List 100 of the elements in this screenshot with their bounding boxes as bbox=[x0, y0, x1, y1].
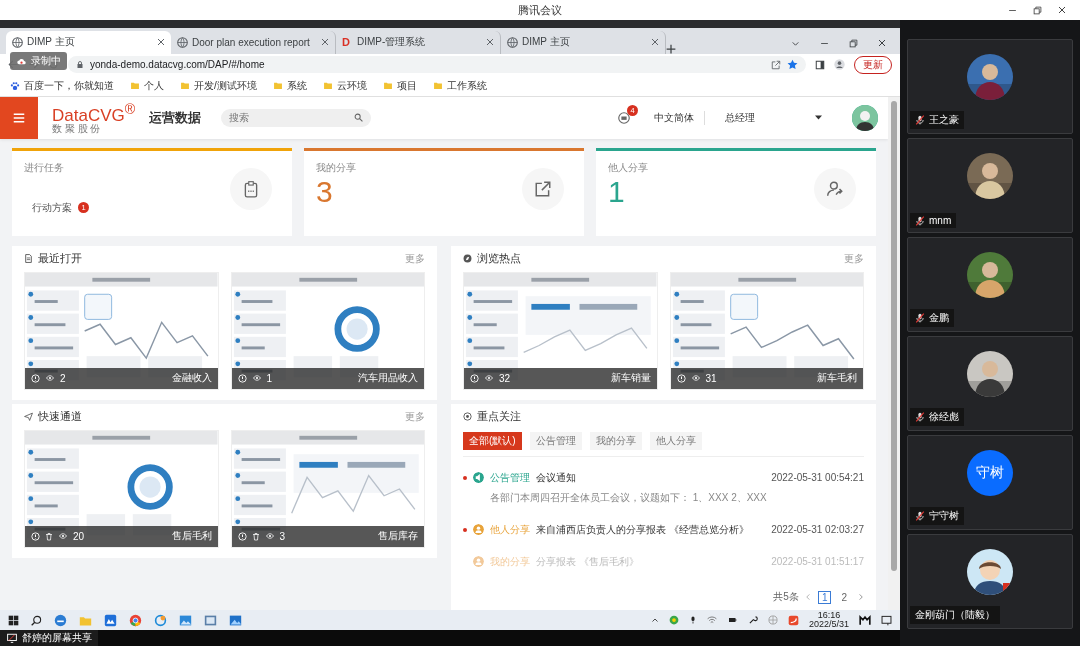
edge-icon[interactable] bbox=[54, 613, 67, 627]
thumbnail-title: 金融收入 bbox=[171, 371, 212, 386]
close-icon[interactable] bbox=[1058, 6, 1066, 14]
report-thumbnail[interactable]: 31 新车毛利 bbox=[669, 271, 864, 390]
battery-icon[interactable] bbox=[726, 616, 738, 624]
filter-tab[interactable]: 我的分享 bbox=[589, 431, 642, 450]
eye-icon bbox=[484, 374, 494, 383]
close-icon[interactable] bbox=[651, 38, 659, 47]
participant-tile[interactable]: 徐经彪 bbox=[907, 336, 1073, 431]
filter-tab[interactable]: 他人分享 bbox=[649, 431, 702, 450]
cloud-icon bbox=[16, 56, 27, 66]
report-thumbnail[interactable]: 20 售后毛利 bbox=[24, 429, 219, 548]
stat-card[interactable]: 他人分享 1 bbox=[596, 147, 876, 236]
search-field[interactable]: 搜索 bbox=[221, 108, 372, 127]
address-bar[interactable]: yonda-demo.datacvg.com/DAP/#/home bbox=[68, 56, 806, 74]
logo: DataCVG$^{®}$ 数 聚 股 份 bbox=[52, 102, 136, 134]
page-button[interactable]: 2 bbox=[837, 590, 851, 604]
page-button[interactable]: 1 bbox=[817, 590, 832, 604]
item-title[interactable]: 会议通知 bbox=[536, 470, 576, 485]
stat-card[interactable]: 我的分享 3 bbox=[304, 147, 584, 236]
close-icon[interactable] bbox=[321, 38, 329, 47]
close-icon[interactable] bbox=[486, 38, 494, 47]
image-icon[interactable] bbox=[204, 613, 217, 627]
message-icon[interactable] bbox=[618, 111, 630, 124]
app-icon[interactable] bbox=[859, 614, 871, 626]
scrollbar[interactable] bbox=[891, 100, 897, 571]
category-label: 公告管理 bbox=[490, 470, 530, 485]
card-value: 1 bbox=[608, 174, 625, 209]
image-icon[interactable] bbox=[229, 613, 242, 627]
lock-icon bbox=[76, 60, 84, 70]
image-icon[interactable] bbox=[179, 613, 192, 627]
role-dropdown[interactable]: 总经理 bbox=[719, 109, 828, 126]
report-thumbnail[interactable]: 2 金融收入 bbox=[24, 271, 219, 390]
name-label: 金刚葫门（陆毅） bbox=[910, 606, 1000, 624]
task-label[interactable]: 行动方案 bbox=[32, 200, 72, 215]
bookmark[interactable]: 系统 bbox=[286, 78, 307, 93]
star-icon[interactable] bbox=[787, 59, 798, 71]
browser-tab[interactable]: D DIMP-管理系统 bbox=[336, 30, 501, 54]
wifi-icon[interactable] bbox=[706, 615, 717, 625]
tab-title: DIMP 主页 bbox=[522, 35, 571, 50]
browser-tab[interactable]: Door plan execution report bbox=[171, 30, 336, 54]
participant-tile[interactable]: 金鹏 bbox=[907, 237, 1073, 332]
menu-icon bbox=[12, 111, 26, 124]
item-title[interactable]: 来自浦西店负责人的分享报表 《经营总览分析》 bbox=[536, 522, 749, 537]
avatar-icon[interactable] bbox=[852, 104, 878, 131]
chrome-icon[interactable] bbox=[129, 613, 142, 627]
participant-tile[interactable]: 守树 宁守树 bbox=[907, 435, 1073, 530]
document-icon bbox=[24, 254, 33, 264]
profile-icon[interactable] bbox=[834, 59, 845, 71]
clipboard-icon bbox=[242, 179, 260, 198]
sidebar-icon[interactable] bbox=[815, 59, 825, 70]
eye-icon bbox=[45, 374, 55, 383]
participant-tile[interactable]: 王之豪 bbox=[907, 39, 1073, 134]
report-thumbnail[interactable]: 32 新车销量 bbox=[463, 271, 658, 390]
share-icon[interactable] bbox=[771, 59, 781, 70]
name-label: 徐经彪 bbox=[910, 408, 964, 426]
card-value: 3 bbox=[316, 174, 333, 209]
close-icon[interactable] bbox=[878, 39, 886, 48]
notification-icon[interactable] bbox=[881, 614, 892, 626]
new-tab-icon[interactable] bbox=[666, 43, 676, 54]
clock[interactable]: 16:16 2022/5/31 bbox=[808, 611, 849, 629]
chevron-up-icon[interactable] bbox=[650, 616, 659, 624]
bookmark[interactable]: 开发/测试环境 bbox=[194, 78, 257, 93]
bookmark[interactable]: 百度一下，你就知道 bbox=[24, 78, 114, 93]
participant-tile[interactable]: mnm bbox=[907, 138, 1073, 233]
bookmark[interactable]: 工作系统 bbox=[446, 78, 487, 93]
search-icon[interactable] bbox=[31, 614, 42, 626]
filter-tab[interactable]: 全部(默认) bbox=[463, 431, 522, 450]
browser-tab[interactable]: DIMP 主页 bbox=[501, 30, 666, 54]
target-icon bbox=[463, 412, 472, 422]
filter-tab[interactable]: 公告管理 bbox=[529, 431, 582, 450]
view-count: 20 bbox=[73, 530, 85, 542]
tool-icon[interactable] bbox=[747, 615, 758, 625]
participant-tile[interactable]: 金刚葫门（陆毅） bbox=[907, 534, 1073, 629]
item-description: 各部门本周四召开全体员工会议，议题如下： 1、XXX 2、XXX bbox=[489, 490, 767, 505]
send-icon bbox=[24, 412, 33, 422]
input-method-icon[interactable] bbox=[767, 615, 778, 625]
thumbnail-title: 售后毛利 bbox=[171, 529, 212, 544]
card-title: 进行任务 bbox=[24, 160, 64, 175]
windows-icon[interactable] bbox=[8, 614, 19, 626]
info-icon bbox=[31, 373, 40, 383]
report-thumbnail[interactable]: 3 售后库存 bbox=[230, 429, 425, 548]
folder-icon bbox=[272, 81, 283, 91]
close-icon[interactable] bbox=[157, 38, 165, 47]
bookmark[interactable]: 个人 bbox=[144, 78, 164, 93]
info-icon bbox=[237, 531, 247, 541]
language-selector[interactable]: 中文简体 bbox=[654, 110, 705, 125]
eye-icon bbox=[251, 374, 262, 383]
category-label: 我的分享 bbox=[490, 554, 530, 569]
restore-icon[interactable] bbox=[1033, 5, 1042, 15]
restore-icon[interactable] bbox=[849, 38, 858, 48]
avatar-icon bbox=[967, 549, 1013, 595]
report-thumbnail[interactable]: 1 汽车用品收入 bbox=[230, 271, 425, 390]
globe-icon bbox=[507, 36, 518, 48]
section-title: 浏览热点 bbox=[477, 251, 521, 266]
bookmark[interactable]: 云环境 bbox=[336, 78, 367, 93]
update-button[interactable]: 更新 bbox=[854, 55, 892, 74]
menu-button[interactable] bbox=[0, 96, 38, 139]
browser-tab[interactable]: DIMP 主页 bbox=[6, 30, 171, 54]
bookmark[interactable]: 项目 bbox=[396, 78, 417, 93]
